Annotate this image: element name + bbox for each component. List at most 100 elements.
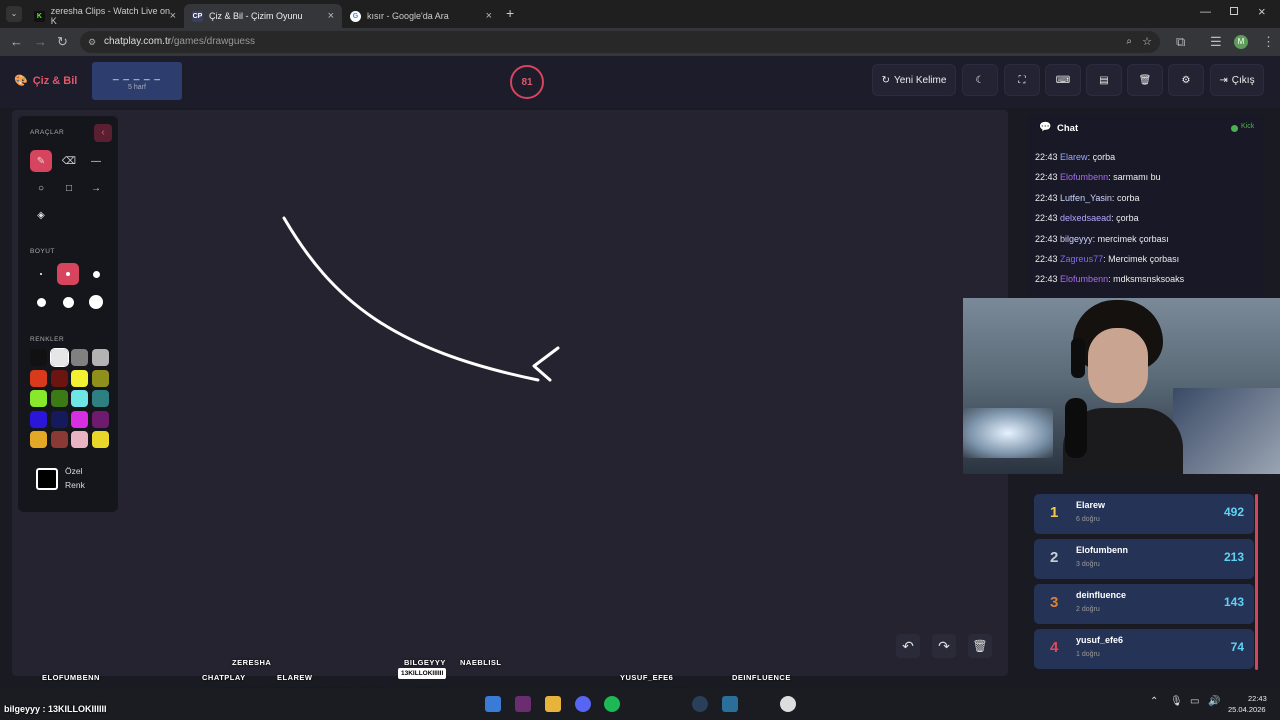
search-taskbar-icon[interactable] — [485, 696, 501, 712]
tab-search-icon[interactable]: ⌄ — [6, 6, 22, 22]
url-field[interactable]: ⚙ chatplay.com.tr/games/drawguess ⌕ ☆ — [80, 31, 1160, 53]
new-tab-button[interactable]: + — [506, 5, 514, 21]
delete-canvas-button[interactable]: 🗑 — [968, 634, 992, 658]
spotify-icon[interactable] — [604, 696, 620, 712]
color-swatch[interactable] — [91, 410, 109, 428]
color-swatch[interactable] — [30, 349, 47, 366]
clock-time[interactable]: 22:43 — [1248, 694, 1267, 703]
color-swatch[interactable] — [50, 369, 68, 387]
circle-tool[interactable]: ○ — [30, 177, 52, 199]
message-user[interactable]: delxedsaead — [1060, 213, 1111, 223]
tab-chatplay[interactable]: CP Çiz & Bil - Çizim Oyunu × — [184, 4, 342, 28]
extensions-icon[interactable]: ⧉ — [1176, 34, 1185, 50]
timer: 81 — [510, 65, 544, 99]
tab-title: kısır - Google'da Ara — [367, 11, 449, 21]
color-swatch[interactable] — [30, 390, 47, 407]
pencil-tool[interactable]: ✎ — [30, 150, 52, 172]
color-swatch[interactable] — [50, 410, 68, 428]
message-user[interactable]: Elarew — [1060, 152, 1088, 162]
color-swatch[interactable] — [71, 431, 88, 448]
correct-count: 2 doğru — [1076, 606, 1100, 613]
message-user[interactable]: bilgeyyy — [1060, 234, 1093, 244]
app-icon[interactable] — [722, 696, 738, 712]
archive-button[interactable]: ▤ — [1086, 64, 1122, 96]
eraser-tool[interactable]: ⌫ — [58, 150, 80, 172]
color-swatch[interactable] — [49, 348, 69, 367]
color-swatch[interactable] — [30, 431, 47, 448]
message-user[interactable]: Elofumbenn — [1060, 172, 1108, 182]
overlay-player-name: NAEBLISL — [460, 658, 502, 667]
rectangle-tool[interactable]: □ — [58, 177, 80, 199]
media-icon[interactable]: ☰ — [1210, 34, 1222, 50]
color-swatch[interactable] — [71, 410, 88, 428]
clear-button[interactable]: 🗑 — [1127, 64, 1163, 96]
drawing-canvas[interactable]: ↶ ↷ 🗑 — [12, 110, 1008, 676]
color-swatch[interactable] — [71, 369, 88, 387]
back-icon[interactable]: ← — [10, 34, 23, 49]
volume-icon[interactable]: 🔊 — [1208, 696, 1220, 707]
bookmark-star-icon[interactable]: ☆ — [1142, 31, 1152, 53]
message-user[interactable]: Elofumbenn — [1060, 274, 1108, 284]
new-word-button[interactable]: ↻ Yeni Kelime — [872, 64, 956, 96]
line-tool[interactable]: — — [85, 150, 107, 172]
maximize-button[interactable] — [1230, 7, 1238, 15]
clock-date[interactable]: 25.04.2026 — [1228, 705, 1266, 714]
site-info-icon[interactable]: ⚙ — [88, 31, 96, 53]
close-window-button[interactable]: × — [1258, 4, 1266, 19]
profile-avatar[interactable]: M — [1234, 35, 1248, 49]
settings-button[interactable]: ⚙ — [1168, 64, 1204, 96]
file-explorer-icon[interactable] — [545, 696, 561, 712]
undo-button[interactable]: ↶ — [896, 634, 920, 658]
microphone-icon[interactable]: 🎙 — [1170, 696, 1183, 707]
tab-google[interactable]: G kısır - Google'da Ara × — [342, 4, 500, 28]
message-user[interactable]: Zagreus77 — [1060, 254, 1103, 264]
color-swatch[interactable] — [91, 390, 109, 407]
fill-bucket-tool[interactable]: ◈ — [30, 204, 52, 226]
collapse-panel-button[interactable]: ‹ — [94, 124, 112, 142]
arrow-tool[interactable]: → — [85, 177, 107, 199]
minimize-button[interactable]: — — [1200, 6, 1211, 18]
color-swatch[interactable] — [91, 369, 109, 387]
app-logo[interactable]: 🎨 Çiz & Bil — [14, 74, 77, 88]
close-tab-icon[interactable]: × — [328, 10, 334, 22]
close-tab-icon[interactable]: × — [486, 10, 492, 22]
moon-icon: ☾ — [975, 74, 985, 86]
size-1[interactable] — [30, 263, 52, 285]
message-user[interactable]: Lutfen_Yasin — [1060, 193, 1112, 203]
redo-button[interactable]: ↷ — [932, 634, 956, 658]
tab-kick[interactable]: K zeresha Clips - Watch Live on K × — [26, 4, 184, 28]
exit-label: Çıkış — [1231, 74, 1255, 86]
message-text: Mercimek çorbası — [1108, 254, 1180, 264]
network-icon[interactable]: ▭ — [1190, 696, 1199, 707]
tray-chevron-icon[interactable]: ⌃ — [1150, 696, 1158, 707]
color-swatch[interactable] — [30, 410, 47, 428]
close-tab-icon[interactable]: × — [170, 10, 176, 22]
color-swatch[interactable] — [50, 431, 68, 448]
size-2[interactable] — [57, 263, 79, 285]
custom-color-button[interactable] — [36, 468, 58, 490]
reload-icon[interactable]: ↻ — [57, 34, 68, 50]
forward-icon[interactable]: → — [34, 34, 47, 49]
color-swatch[interactable] — [71, 349, 88, 366]
size-4[interactable] — [30, 291, 52, 313]
visual-studio-icon[interactable] — [515, 696, 531, 712]
size-5[interactable] — [57, 291, 79, 313]
obs-icon[interactable] — [780, 696, 796, 712]
color-swatch[interactable] — [71, 390, 88, 407]
size-6[interactable] — [85, 291, 107, 313]
exit-button[interactable]: ⇥ Çıkış — [1210, 64, 1264, 96]
zoom-icon[interactable]: ⌕ — [1126, 31, 1132, 53]
menu-icon[interactable]: ⋮ — [1262, 34, 1275, 50]
chat-message: 22:43 Elofumbenn: mdksmsnsksoaks — [1035, 274, 1185, 285]
tools-title: ARAÇLAR — [30, 129, 65, 136]
fullscreen-button[interactable]: ⛶ — [1004, 64, 1040, 96]
discord-icon[interactable] — [575, 696, 591, 712]
color-swatch[interactable] — [50, 390, 68, 407]
steam-icon[interactable] — [692, 696, 708, 712]
theme-toggle-button[interactable]: ☾ — [962, 64, 998, 96]
color-swatch[interactable] — [91, 431, 109, 448]
color-swatch[interactable] — [91, 349, 109, 366]
keyboard-button[interactable]: ⌨ — [1045, 64, 1081, 96]
color-swatch[interactable] — [30, 369, 47, 387]
size-3[interactable] — [85, 263, 107, 285]
